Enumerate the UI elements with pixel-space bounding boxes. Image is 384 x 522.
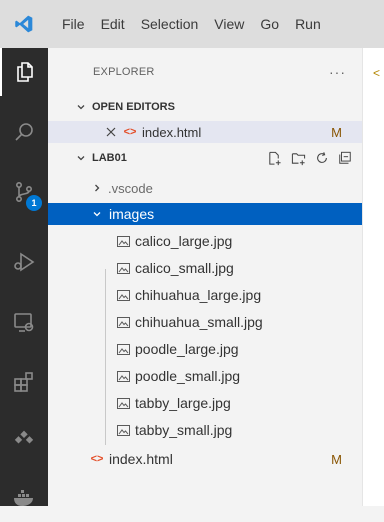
menu-edit[interactable]: Edit — [93, 0, 133, 48]
chevron-down-icon — [74, 153, 88, 163]
tree-file[interactable]: poodle_large.jpg — [48, 338, 362, 360]
refresh-icon[interactable] — [315, 151, 329, 165]
tree-folder-images[interactable]: images — [48, 203, 362, 225]
workspace-label: LAB01 — [92, 152, 127, 164]
tree-item-label: .vscode — [108, 180, 153, 196]
image-file-icon — [116, 396, 130, 410]
image-file-icon — [116, 423, 130, 437]
search-icon[interactable] — [0, 108, 48, 156]
image-file-icon — [116, 288, 130, 302]
tree-file[interactable]: poodle_small.jpg — [48, 365, 362, 387]
tree-file[interactable]: tabby_large.jpg — [48, 392, 362, 414]
tree-file-index-html[interactable]: <> index.html M — [48, 448, 362, 470]
tree-file[interactable]: tabby_small.jpg — [48, 419, 362, 441]
testing-icon[interactable] — [0, 414, 48, 462]
tree-item-label: calico_small.jpg — [135, 260, 234, 276]
chevron-down-icon — [90, 209, 104, 219]
explorer-icon[interactable] — [0, 48, 48, 96]
more-actions-button[interactable]: ··· — [329, 64, 346, 80]
new-folder-icon[interactable] — [291, 151, 306, 166]
collapse-all-icon[interactable] — [338, 151, 352, 165]
image-file-icon — [116, 315, 130, 329]
remote-explorer-icon[interactable] — [0, 298, 48, 346]
open-editors-section-header[interactable]: OPEN EDITORS — [48, 96, 362, 118]
chevron-right-icon — [90, 183, 104, 193]
source-control-icon[interactable]: 1 — [0, 168, 48, 216]
menu-run[interactable]: Run — [287, 0, 329, 48]
open-editor-item[interactable]: <> index.html M — [48, 121, 362, 143]
tree-item-label: chihuahua_large.jpg — [135, 287, 262, 303]
title-bar: File Edit Selection View Go Run — [0, 0, 384, 48]
tree-folder-vscode[interactable]: .vscode — [48, 177, 362, 199]
open-editor-filename: index.html — [142, 124, 202, 140]
menu-view[interactable]: View — [206, 0, 252, 48]
tree-file[interactable]: chihuahua_large.jpg — [48, 284, 362, 306]
html-file-icon: <> — [123, 126, 137, 138]
chevron-down-icon — [74, 102, 88, 112]
tree-item-label: poodle_small.jpg — [135, 368, 241, 384]
tree-item-label: chihuahua_small.jpg — [135, 314, 263, 330]
modified-badge: M — [331, 451, 342, 467]
tree-item-label: images — [109, 206, 155, 222]
run-debug-icon[interactable] — [0, 238, 48, 286]
code-tag-icon: < — [373, 66, 381, 80]
source-control-badge: 1 — [26, 195, 42, 211]
tree-file[interactable]: calico_large.jpg — [48, 230, 362, 252]
tree-item-label: poodle_large.jpg — [135, 341, 239, 357]
image-file-icon — [116, 261, 130, 275]
tree-file[interactable]: chihuahua_small.jpg — [48, 311, 362, 333]
workspace-section-header[interactable]: LAB01 — [48, 147, 362, 169]
workspace-actions — [267, 151, 352, 166]
menu-go[interactable]: Go — [252, 0, 287, 48]
explorer-header: EXPLORER ··· — [48, 48, 362, 96]
tree-file[interactable]: calico_small.jpg — [48, 257, 362, 279]
docker-icon[interactable] — [0, 474, 48, 522]
image-file-icon — [116, 234, 130, 248]
tree-item-label: index.html — [109, 451, 173, 467]
image-file-icon — [116, 369, 130, 383]
editor-area[interactable]: < — [362, 48, 384, 506]
tree-item-label: tabby_small.jpg — [135, 422, 233, 438]
close-icon[interactable] — [104, 125, 118, 139]
explorer-title: EXPLORER — [93, 66, 155, 78]
vscode-logo-icon — [0, 0, 48, 48]
tree-item-label: tabby_large.jpg — [135, 395, 231, 411]
image-file-icon — [116, 342, 130, 356]
menu-file[interactable]: File — [48, 0, 93, 48]
tree-item-label: calico_large.jpg — [135, 233, 233, 249]
html-file-icon: <> — [90, 453, 104, 465]
explorer-sidebar: EXPLORER ··· OPEN EDITORS <> index.html … — [48, 48, 362, 506]
menu-selection[interactable]: Selection — [133, 0, 207, 48]
extensions-icon[interactable] — [0, 358, 48, 406]
activity-bar: 1 — [0, 48, 48, 506]
modified-badge: M — [331, 124, 342, 140]
new-file-icon[interactable] — [267, 151, 282, 166]
open-editors-label: OPEN EDITORS — [92, 101, 175, 113]
